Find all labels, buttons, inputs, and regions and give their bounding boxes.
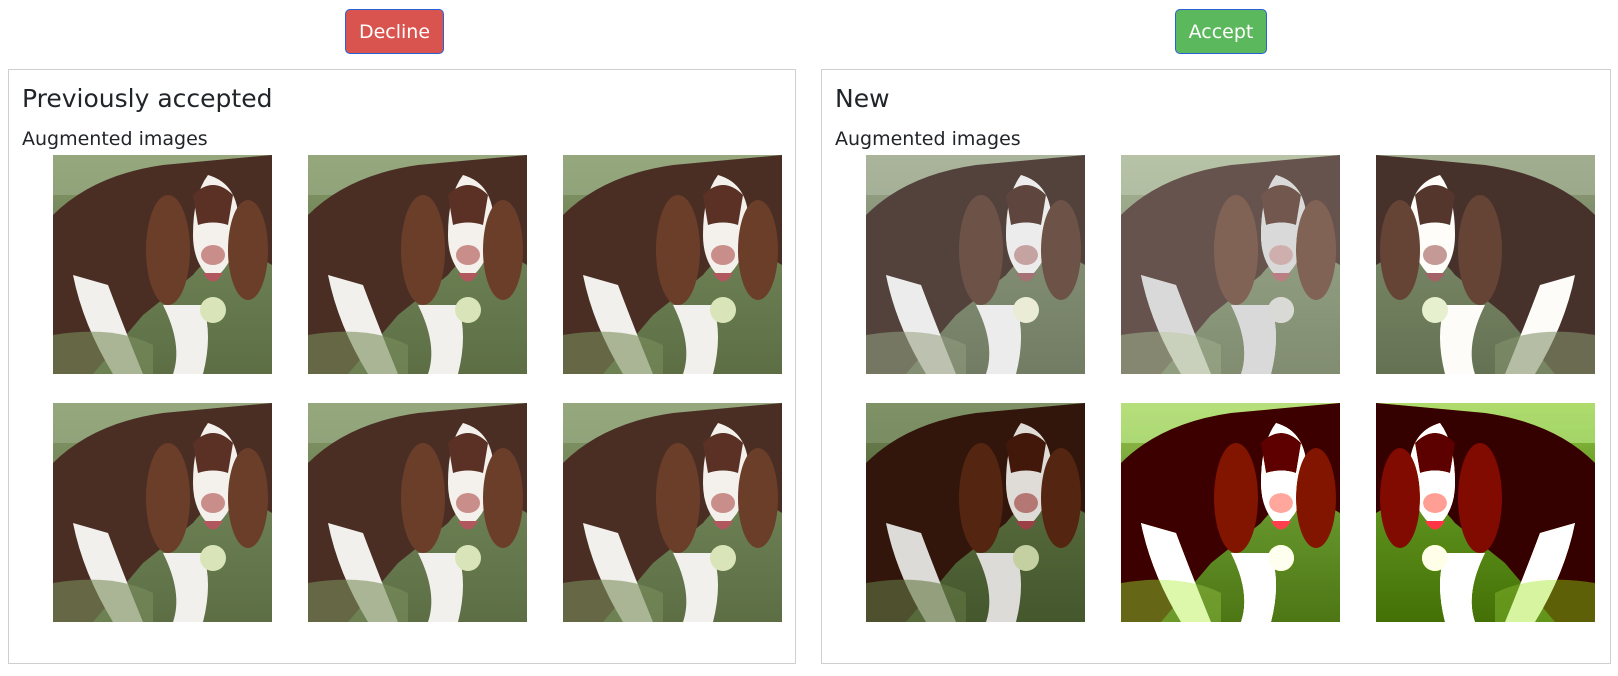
augmented-image	[1121, 403, 1340, 622]
accept-button[interactable]: Accept	[1175, 9, 1267, 54]
augmented-image	[866, 403, 1085, 622]
augmented-image	[308, 403, 527, 622]
augmented-image	[53, 155, 272, 374]
panel-title: New	[835, 84, 890, 113]
augmented-images-label: Augmented images	[835, 128, 1021, 150]
augmented-image	[563, 403, 782, 622]
augmented-image	[866, 155, 1085, 374]
decline-button[interactable]: Decline	[345, 9, 444, 54]
augmented-image	[563, 155, 782, 374]
augmented-image	[1121, 155, 1340, 374]
augmented-image	[53, 403, 272, 622]
panel-title: Previously accepted	[22, 84, 273, 113]
new-panel: New Augmented images	[821, 69, 1611, 664]
augmented-images-label: Augmented images	[22, 128, 208, 150]
previously-accepted-panel: Previously accepted Augmented images	[8, 69, 796, 664]
augmented-image	[1376, 403, 1595, 622]
augmented-image	[1376, 155, 1595, 374]
augmented-image	[308, 155, 527, 374]
